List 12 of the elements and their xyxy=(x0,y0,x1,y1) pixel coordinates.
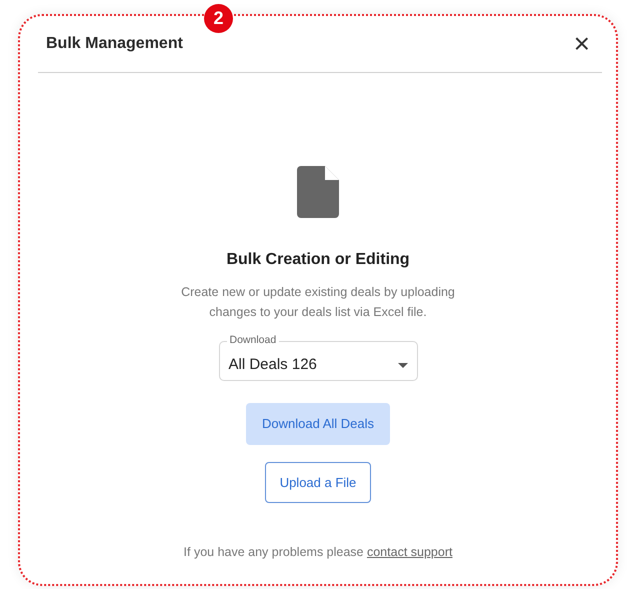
section-heading: Bulk Creation or Editing xyxy=(226,250,410,270)
upload-button[interactable]: Upload a File xyxy=(264,462,372,503)
caret-icon xyxy=(398,362,408,368)
description-text: Create new or update existing deals by uploading changes to your deals list via Excel file. xyxy=(180,284,456,321)
dialog-title: Bulk Management xyxy=(46,34,183,54)
document-icon xyxy=(297,166,339,218)
select-value: All Deals 126 xyxy=(228,354,318,375)
support-text: If you have any problems please contact support xyxy=(184,544,452,562)
close-button[interactable]: × xyxy=(570,30,594,58)
contact-support-link[interactable]: contact support xyxy=(366,545,452,560)
download-button[interactable]: Download All Deals xyxy=(246,403,390,444)
step-badge: 2 xyxy=(204,4,233,33)
